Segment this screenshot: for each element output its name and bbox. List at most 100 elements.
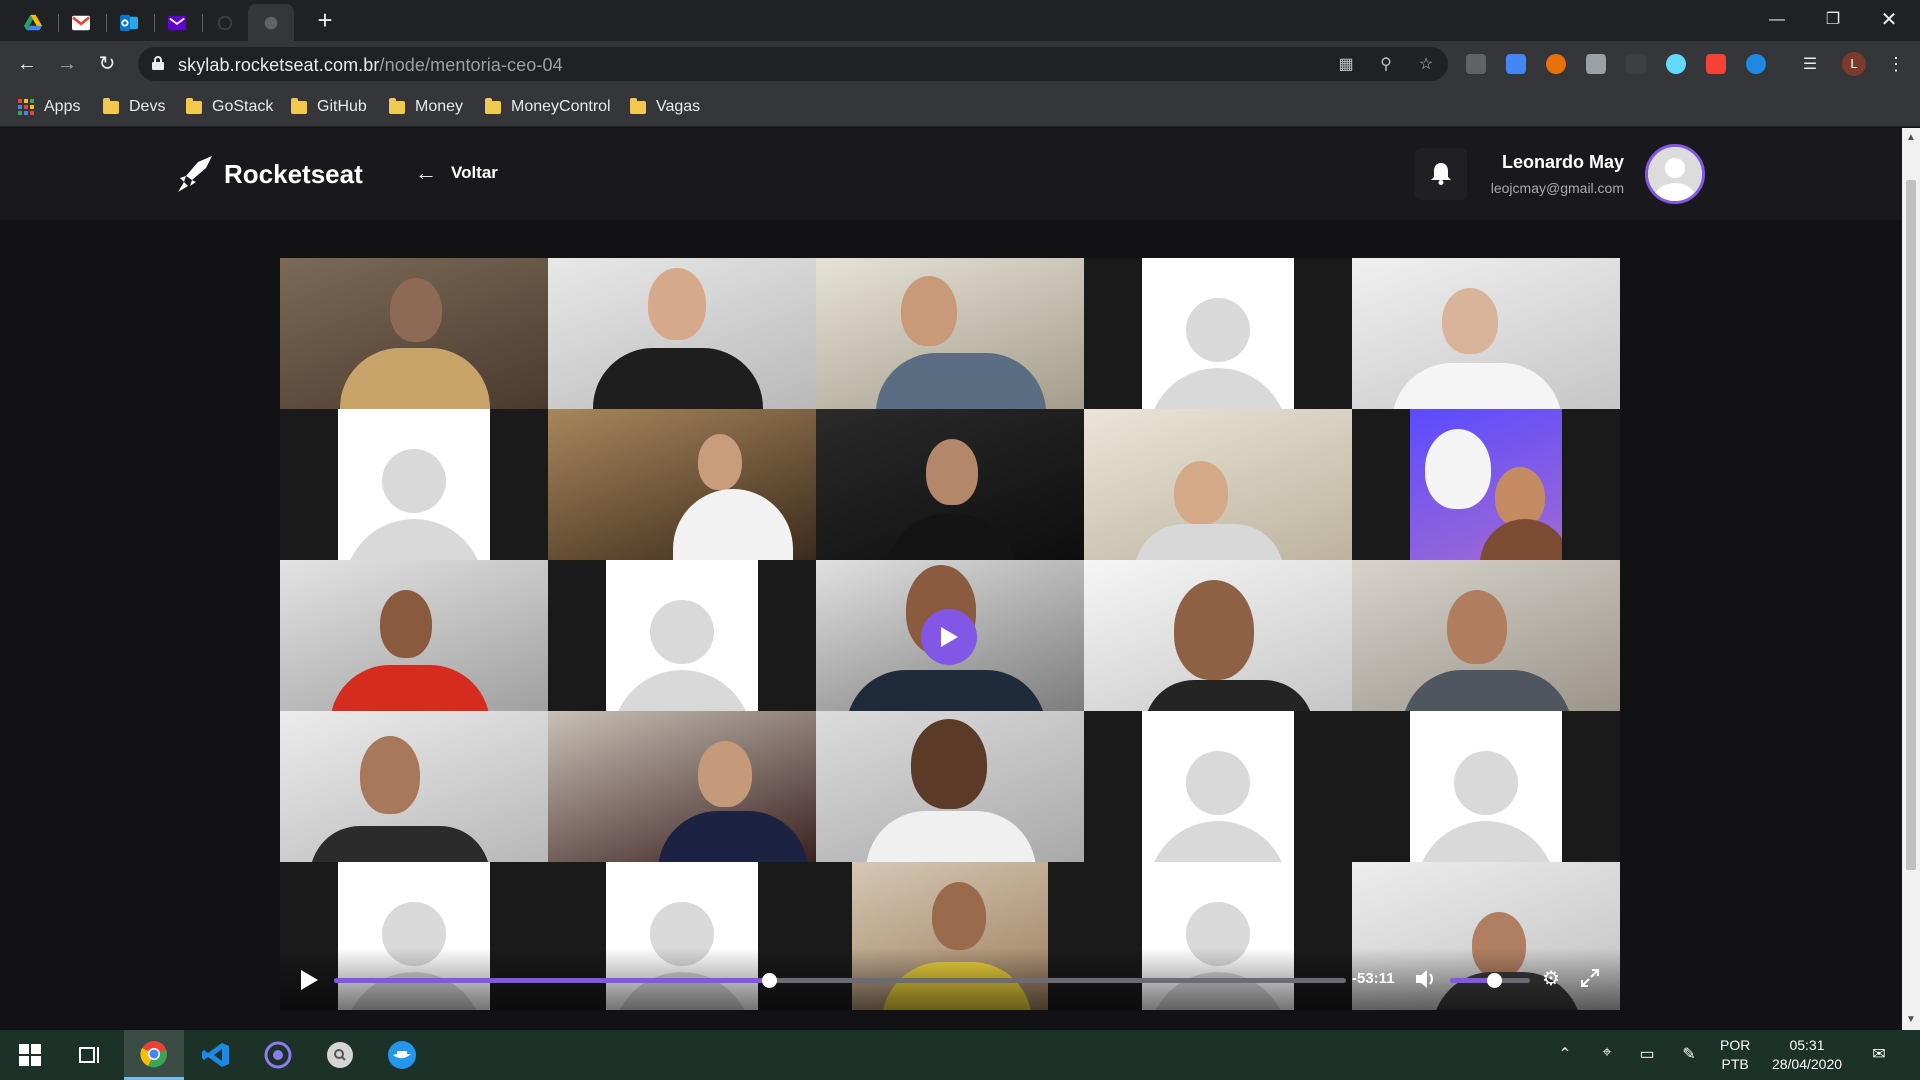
tab-google-drive[interactable] xyxy=(10,4,56,41)
bookmark-star-icon[interactable]: ☆ xyxy=(1416,54,1436,74)
progress-handle[interactable] xyxy=(762,973,778,988)
play-icon xyxy=(301,970,318,990)
vscode-icon xyxy=(202,1043,229,1067)
address-bar[interactable]: skylab.rocketseat.com.br/node/mentoria-c… xyxy=(138,47,1448,81)
progress-fill xyxy=(334,978,770,983)
scroll-up-icon[interactable]: ▲ xyxy=(1906,132,1916,143)
browser-menu-icon[interactable]: ⋮ xyxy=(1886,54,1906,74)
page-scrollbar[interactable]: ▲ ▼ xyxy=(1902,128,1920,1030)
system-clock[interactable]: 05:31 28/04/2020 xyxy=(1762,1036,1852,1074)
extension-cast-icon[interactable] xyxy=(1466,54,1486,74)
tab-outlook[interactable] xyxy=(106,4,152,41)
bookmark-gostack[interactable]: GoStack xyxy=(186,95,273,119)
back-nav-button[interactable]: ← xyxy=(12,49,42,79)
bookmark-moneycontrol[interactable]: MoneyControl xyxy=(485,95,611,119)
back-button[interactable]: ← Voltar xyxy=(415,160,498,186)
close-window-button[interactable]: ✕ xyxy=(1866,6,1912,34)
arrow-right-icon: → xyxy=(57,53,77,75)
play-button[interactable] xyxy=(298,968,322,992)
rocketseat-logo[interactable]: Rocketseat xyxy=(178,154,363,194)
extension-translate-icon[interactable] xyxy=(1506,54,1526,74)
bookmark-devs[interactable]: Devs xyxy=(103,95,165,119)
tab-yahoo-mail[interactable] xyxy=(154,4,200,41)
video-tile xyxy=(816,258,1084,409)
tray-expand-icon[interactable]: ⌃ xyxy=(1554,1044,1576,1066)
avatar-placeholder-icon xyxy=(1648,147,1702,201)
big-play-button[interactable] xyxy=(921,609,977,665)
bookmark-label: MoneyControl xyxy=(511,98,611,115)
input-language[interactable]: POR PTB xyxy=(1720,1036,1750,1074)
taskbar-vscode[interactable] xyxy=(188,1030,244,1080)
search-app-icon xyxy=(327,1042,353,1068)
tab-gmail[interactable] xyxy=(58,4,104,41)
taskbar-app-purple[interactable] xyxy=(250,1030,306,1080)
folder-icon xyxy=(103,97,119,114)
bookmark-github[interactable]: GitHub xyxy=(291,95,367,119)
tab-loading[interactable] xyxy=(202,4,248,41)
forward-nav-button[interactable]: → xyxy=(52,49,82,79)
chrome-icon xyxy=(140,1040,167,1067)
profile-avatar[interactable]: L xyxy=(1842,52,1866,76)
user-name: Leonardo May xyxy=(1501,152,1624,172)
rocket-icon xyxy=(178,156,212,192)
extension-react-icon[interactable] xyxy=(1666,54,1686,74)
back-label: Voltar xyxy=(451,163,498,182)
yahoo-mail-icon xyxy=(168,15,186,30)
video-tile-placeholder xyxy=(1084,711,1352,862)
notifications-button[interactable] xyxy=(1415,148,1467,200)
task-view-button[interactable] xyxy=(62,1030,118,1080)
video-tile-placeholder xyxy=(1084,258,1352,409)
zoom-icon[interactable]: ⚲ xyxy=(1376,54,1396,74)
keyboard-layout: PTB xyxy=(1721,1056,1749,1072)
windows-taskbar: ⌃ ⌖ ▭ ✎ POR PTB 05:31 28/04/2020 ✉ xyxy=(0,1030,1920,1080)
bookmark-label: Apps xyxy=(44,98,81,115)
translate-icon[interactable]: ▦ xyxy=(1336,54,1356,74)
volume-button[interactable] xyxy=(1414,968,1438,990)
taskbar-chrome[interactable] xyxy=(124,1030,184,1080)
bookmark-money[interactable]: Money xyxy=(389,95,463,119)
arrow-left-icon: ← xyxy=(17,53,37,75)
scroll-thumb[interactable] xyxy=(1906,180,1916,870)
start-button[interactable] xyxy=(2,1030,58,1080)
player-controls: -53:11 ⚙ xyxy=(280,948,1620,1010)
settings-button[interactable]: ⚙ xyxy=(1542,968,1564,990)
volume-handle[interactable] xyxy=(1487,973,1502,988)
fullscreen-button[interactable] xyxy=(1580,968,1602,990)
arrow-left-icon: ← xyxy=(415,160,437,185)
apps-grid-icon xyxy=(18,99,34,115)
reload-button[interactable]: ↻ xyxy=(92,49,122,79)
volume-slider[interactable] xyxy=(1450,973,1530,988)
notifications-center-icon[interactable]: ✉ xyxy=(1868,1044,1890,1066)
bookmark-vagas[interactable]: Vagas xyxy=(630,95,700,119)
taskbar-search-app[interactable] xyxy=(312,1030,368,1080)
tab-active[interactable] xyxy=(248,4,294,41)
bookmark-apps[interactable]: Apps xyxy=(18,95,80,119)
pen-icon[interactable]: ✎ xyxy=(1678,1044,1700,1066)
taskbar-docker[interactable] xyxy=(374,1030,430,1080)
extension-signal-icon[interactable] xyxy=(1626,54,1646,74)
wifi-icon[interactable]: ⌖ xyxy=(1596,1044,1618,1066)
progress-bar[interactable] xyxy=(334,973,1346,988)
new-tab-button[interactable]: + xyxy=(310,6,340,36)
task-view-icon xyxy=(79,1047,99,1063)
extension-network-icon[interactable] xyxy=(1746,54,1766,74)
lock-icon xyxy=(152,56,164,70)
folder-icon xyxy=(485,97,501,114)
battery-icon[interactable]: ▭ xyxy=(1636,1044,1658,1066)
user-avatar[interactable] xyxy=(1645,144,1705,204)
minimize-button[interactable]: — xyxy=(1754,6,1800,34)
play-icon xyxy=(941,627,958,647)
restore-button[interactable]: ❐ xyxy=(1810,6,1856,34)
extension-red-icon[interactable] xyxy=(1706,54,1726,74)
bookmark-label: Vagas xyxy=(656,98,701,115)
scroll-down-icon[interactable]: ▼ xyxy=(1906,1014,1916,1025)
loading-icon xyxy=(217,15,233,30)
extension-fire-icon[interactable] xyxy=(1546,54,1566,74)
windows-icon xyxy=(19,1044,41,1066)
video-player[interactable]: -53:11 ⚙ xyxy=(280,258,1620,1010)
video-tile-placeholder xyxy=(548,560,816,711)
bookmark-label: Devs xyxy=(129,98,166,115)
extension-camera-icon[interactable] xyxy=(1586,54,1606,74)
media-control-icon[interactable]: ☰ xyxy=(1800,54,1820,74)
url-host: skylab.rocketseat.com.br xyxy=(178,55,380,75)
